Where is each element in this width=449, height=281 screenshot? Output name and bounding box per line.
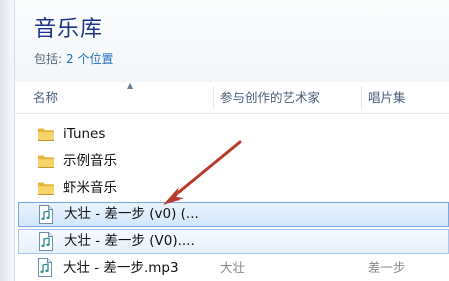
- file-list: iTunes 示例音乐 虾米音乐 大壮 - 差一步 (v0) (... 大壮 -…: [15, 113, 449, 281]
- column-divider[interactable]: [361, 86, 362, 109]
- library-locations: 包括: 2 个位置: [34, 51, 114, 67]
- folder-row-xiami-music[interactable]: 虾米音乐: [18, 177, 449, 199]
- folder-icon: [38, 128, 54, 141]
- explorer-window: 音乐库 包括: 2 个位置 ▲ 名称 参与创作的艺术家 唱片集 iTunes 示…: [0, 0, 449, 281]
- file-artist: 大壮: [220, 260, 246, 275]
- library-header: 音乐库 包括: 2 个位置: [15, 0, 449, 82]
- folder-name: 虾米音乐: [63, 180, 117, 196]
- folder-name: iTunes: [63, 126, 106, 142]
- column-header-album[interactable]: 唱片集: [368, 82, 448, 113]
- file-row-hover[interactable]: 大壮 - 差一步 (V0)....: [18, 229, 449, 254]
- music-file-icon: [38, 258, 52, 277]
- library-title: 音乐库: [34, 17, 104, 42]
- file-row-mp3[interactable]: 大壮 - 差一步.mp3 大壮 差一步: [18, 257, 449, 279]
- file-name: 大壮 - 差一步.mp3: [63, 260, 179, 276]
- includes-label: 包括:: [34, 52, 63, 66]
- navigation-pane-edge: [0, 0, 15, 281]
- folder-icon: [38, 155, 54, 168]
- folder-name: 示例音乐: [63, 153, 117, 169]
- music-file-icon: [39, 205, 53, 224]
- column-header-bar: ▲ 名称 参与创作的艺术家 唱片集: [15, 82, 449, 114]
- library-locations-link[interactable]: 2 个位置: [66, 52, 113, 66]
- folder-row-sample-music[interactable]: 示例音乐: [18, 150, 449, 172]
- column-header-name[interactable]: 名称: [33, 82, 213, 113]
- column-header-artist[interactable]: 参与创作的艺术家: [220, 82, 360, 113]
- file-row-selected[interactable]: 大壮 - 差一步 (v0) (...: [18, 202, 449, 227]
- file-name: 大壮 - 差一步 (V0)....: [64, 233, 195, 249]
- folder-icon: [38, 182, 54, 195]
- column-divider[interactable]: [213, 86, 214, 109]
- file-name: 大壮 - 差一步 (v0) (...: [64, 206, 199, 222]
- folder-row-itunes[interactable]: iTunes: [18, 123, 449, 145]
- music-file-icon: [39, 232, 53, 251]
- file-album: 差一步: [368, 260, 406, 275]
